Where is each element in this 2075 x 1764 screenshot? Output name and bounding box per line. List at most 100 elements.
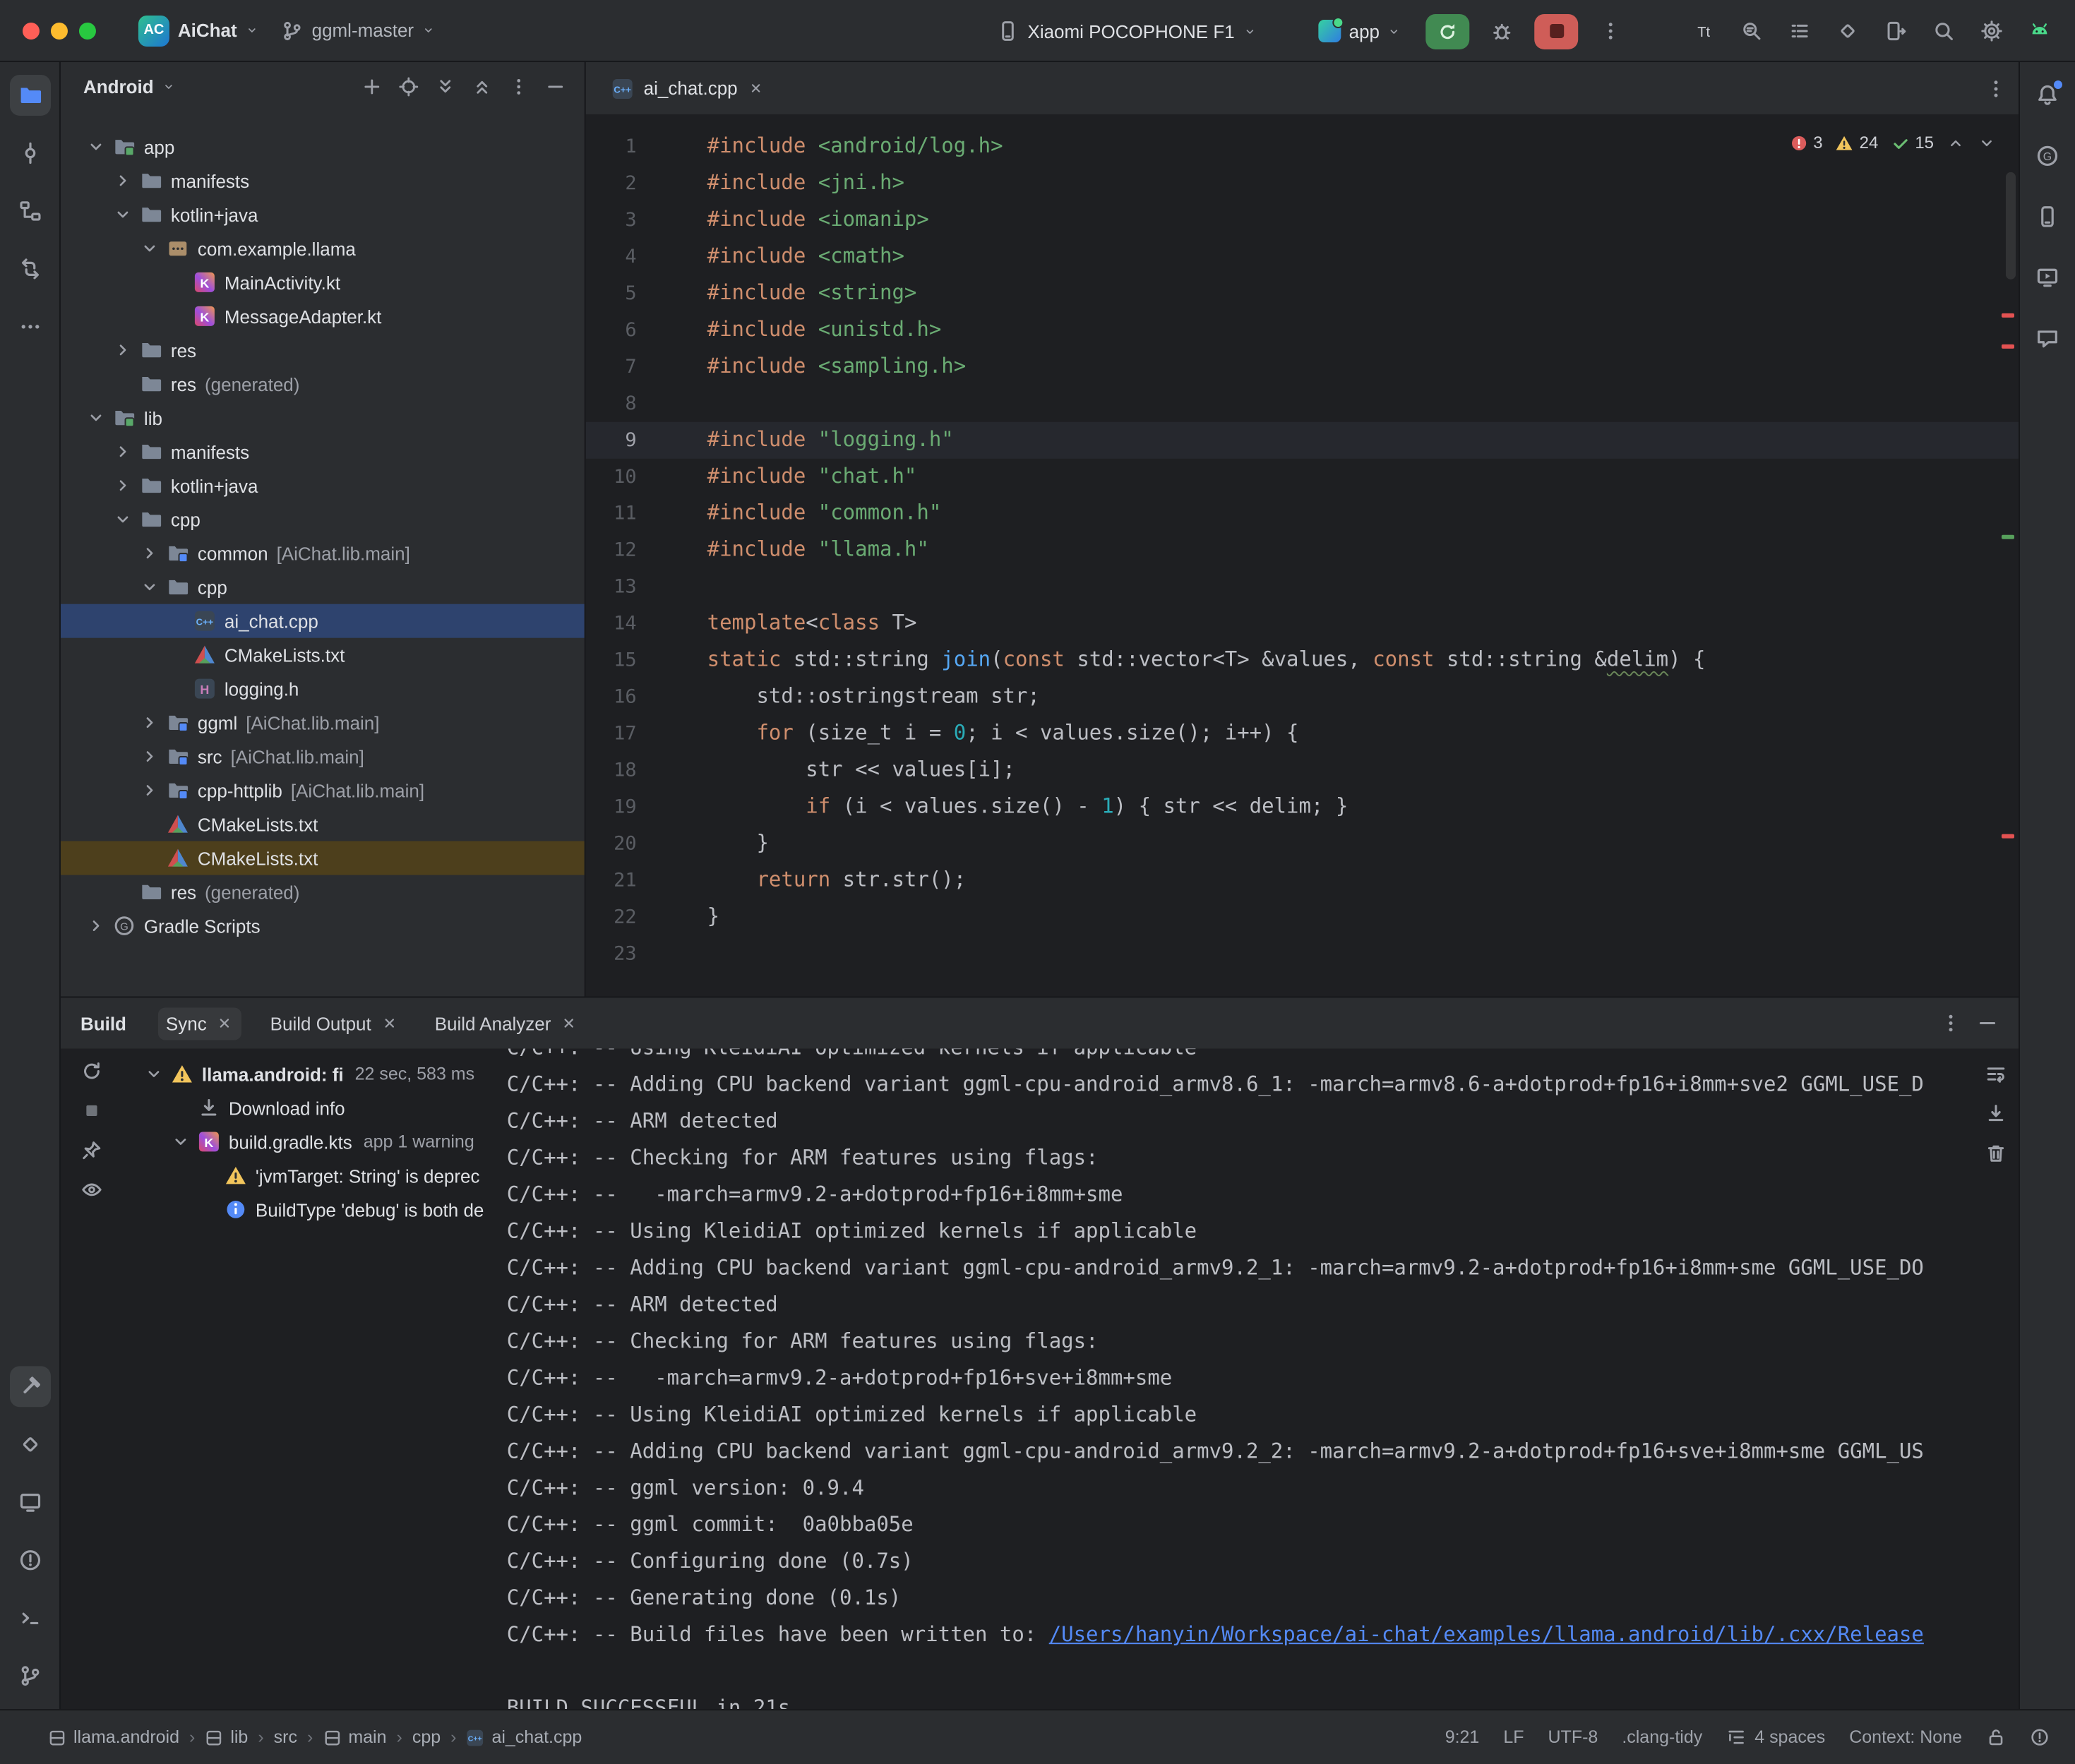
line-number[interactable]: 3	[586, 202, 637, 239]
plus-button[interactable]	[356, 71, 387, 102]
chevron-right-icon[interactable]	[85, 915, 107, 937]
breadcrumb-item[interactable]: C++ai_chat.cpp	[466, 1727, 582, 1747]
moreV-button[interactable]	[503, 71, 534, 102]
line-number[interactable]: 4	[586, 239, 637, 275]
tree-item[interactable]: app	[61, 130, 585, 164]
run-config-selector[interactable]: app	[1307, 14, 1412, 48]
chevron-right-icon[interactable]	[138, 542, 161, 565]
tree-item[interactable]: CMakeLists.txt	[61, 841, 585, 875]
passed-count[interactable]: 15	[1891, 133, 1934, 152]
tool-strip-notifications-button[interactable]	[2027, 75, 2068, 116]
tree-item[interactable]: manifests	[61, 435, 585, 469]
project-view-selector[interactable]: Android	[83, 76, 154, 97]
stop-button[interactable]	[1535, 13, 1579, 49]
tree-item[interactable]: cpp	[61, 503, 585, 536]
line-number[interactable]: 23	[586, 936, 637, 973]
close-tab-icon[interactable]	[217, 1014, 234, 1031]
chevron-right-icon[interactable]	[112, 440, 134, 463]
line-number[interactable]: 9	[586, 422, 637, 459]
tree-item[interactable]: res(generated)	[61, 367, 585, 401]
tree-item[interactable]: cpp-httplib[AiChat.lib.main]	[61, 774, 585, 808]
editor-tab[interactable]: C++ ai_chat.cpp	[597, 62, 777, 114]
tree-item[interactable]: res(generated)	[61, 875, 585, 909]
line-number[interactable]: 10	[586, 459, 637, 496]
device-selector[interactable]: Xiaomi POCOPHONE F1	[986, 14, 1267, 48]
lock-icon[interactable]	[1986, 1727, 2006, 1747]
chevron-down-icon[interactable]	[143, 1062, 165, 1085]
close-window-button[interactable]	[23, 22, 40, 39]
tool-strip-logcat-button[interactable]	[9, 1482, 50, 1523]
tree-item[interactable]: GGradle Scripts	[61, 909, 585, 943]
tree-item[interactable]: CMakeLists.txt	[61, 808, 585, 841]
scrollEnd-button[interactable]	[1985, 1102, 2007, 1124]
tool-strip-pull-requests-button[interactable]	[9, 248, 50, 289]
change-stripe-mark[interactable]	[2002, 535, 2014, 539]
next-problem-icon[interactable]	[1978, 133, 1996, 152]
tree-item[interactable]: common[AiChat.lib.main]	[61, 536, 585, 570]
line-separator[interactable]: LF	[1503, 1727, 1524, 1747]
chevron-down-icon[interactable]	[112, 203, 134, 226]
tree-item[interactable]: KMessageAdapter.kt	[61, 299, 585, 333]
build-tree-item[interactable]: BuildType 'debug' is both de	[117, 1192, 487, 1226]
tool-strip-problems-button[interactable]	[9, 1540, 50, 1580]
line-number[interactable]: 11	[586, 496, 637, 532]
indent-widget[interactable]: 4 spaces	[1726, 1727, 1825, 1747]
rerun-button[interactable]	[1426, 13, 1470, 49]
chevron-right-icon[interactable]	[112, 474, 134, 497]
status-indicator-icon[interactable]	[2030, 1727, 2050, 1747]
chevron-down-icon[interactable]	[169, 1130, 192, 1153]
close-tab-icon[interactable]	[748, 80, 763, 96]
console-link[interactable]: /Users/hanyin/Workspace/ai-chat/examples…	[1049, 1624, 1924, 1647]
close-tab-icon[interactable]	[561, 1014, 578, 1031]
chevron-down-icon[interactable]	[85, 136, 107, 158]
breadcrumb-item[interactable]: cpp	[412, 1727, 441, 1747]
chevron-down-icon[interactable]	[85, 407, 107, 429]
chevron-down-icon[interactable]	[112, 508, 134, 531]
build-tab-build-output[interactable]: Build Output	[262, 1007, 407, 1040]
build-tree-item[interactable]: Download info	[117, 1091, 487, 1124]
branch-selector[interactable]: ggml-master	[270, 13, 446, 47]
clang-tidy-widget[interactable]: .clang-tidy	[1622, 1727, 1702, 1747]
tool-strip-dependencies-button[interactable]	[9, 1424, 50, 1465]
build-options-icon[interactable]	[1939, 1012, 1962, 1034]
tree-item[interactable]: KMainActivity.kt	[61, 265, 585, 299]
error-stripe-mark[interactable]	[2002, 834, 2014, 839]
editor[interactable]: C++ ai_chat.cpp 3 24 15 1#include <andro…	[586, 62, 2019, 997]
breadcrumb-item[interactable]: llama.android	[48, 1727, 179, 1747]
inspect-code-button[interactable]	[1733, 12, 1770, 49]
line-number[interactable]: 7	[586, 349, 637, 385]
tool-strip-version-control-button[interactable]	[9, 1655, 50, 1696]
chevron-right-icon[interactable]	[138, 779, 161, 802]
breadcrumb-item[interactable]: src	[274, 1727, 297, 1747]
trash-button[interactable]	[1985, 1141, 2007, 1164]
line-number[interactable]: 6	[586, 312, 637, 349]
error-stripe-mark[interactable]	[2002, 344, 2014, 349]
tree-item[interactable]: com.example.llama	[61, 232, 585, 265]
warning-count[interactable]: 24	[1836, 133, 1879, 152]
chevron-right-icon[interactable]	[138, 745, 161, 768]
build-tree-item[interactable]: llama.android: fi22 sec, 583 ms	[117, 1057, 487, 1091]
tree-item[interactable]: manifests	[61, 164, 585, 198]
plugins-button[interactable]	[1829, 12, 1866, 49]
line-number[interactable]: 12	[586, 532, 637, 569]
softwrap-button[interactable]	[1985, 1062, 2007, 1085]
tool-strip-terminal-button[interactable]	[9, 1597, 50, 1638]
line-number[interactable]: 16	[586, 679, 637, 716]
build-console[interactable]: C/C++: -- Using KleidiAI optimized kerne…	[487, 1048, 1968, 1709]
tree-item[interactable]: CMakeLists.txt	[61, 638, 585, 672]
line-number[interactable]: 21	[586, 863, 637, 899]
tree-item[interactable]: res	[61, 333, 585, 367]
project-selector[interactable]: AC AiChat	[127, 9, 270, 52]
chevron-down-icon[interactable]	[138, 237, 161, 260]
line-number[interactable]: 5	[586, 275, 637, 312]
minimize-window-button[interactable]	[51, 22, 68, 39]
tool-strip-structure-button[interactable]	[9, 191, 50, 232]
chevron-right-icon[interactable]	[112, 339, 134, 361]
line-number[interactable]: 1	[586, 128, 637, 165]
pin-button[interactable]	[80, 1139, 103, 1161]
tree-item[interactable]: kotlin+java	[61, 469, 585, 503]
build-tab-sync[interactable]: Sync	[157, 1007, 242, 1040]
line-number[interactable]: 20	[586, 826, 637, 863]
build-tab-build-analyzer[interactable]: Build Analyzer	[426, 1007, 587, 1040]
line-number[interactable]: 8	[586, 385, 637, 422]
